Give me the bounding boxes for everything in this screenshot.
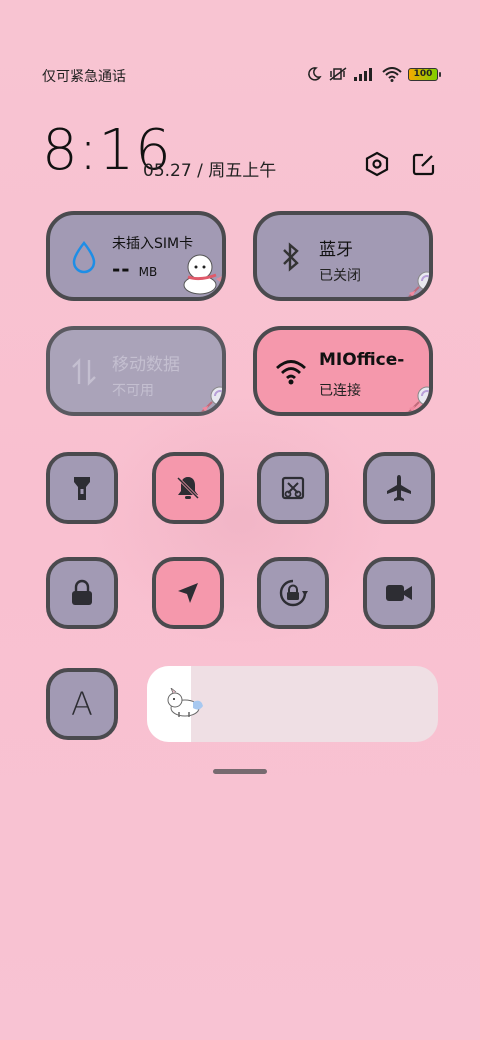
screenshot-icon <box>281 476 305 500</box>
data-usage-unit: MB <box>138 265 158 279</box>
tile-title: 蓝牙 <box>319 240 353 260</box>
tile-subtitle: 已连接 <box>319 383 361 399</box>
data-usage-value: -- <box>112 257 131 281</box>
mobile-data-tile[interactable]: 移动数据 不可用 <box>46 326 226 416</box>
location-toggle[interactable] <box>152 557 224 629</box>
candy-sticker-icon <box>408 386 429 412</box>
mute-vibrate-icon <box>329 67 347 81</box>
edit-icon[interactable] <box>409 149 439 179</box>
candy-sticker-icon <box>201 386 222 412</box>
home-indicator[interactable] <box>213 769 267 774</box>
candy-sticker-icon <box>408 271 429 297</box>
bluetooth-tile[interactable]: 蓝牙 已关闭 <box>253 211 433 301</box>
carrier-text: 仅可紧急通话 <box>42 69 126 85</box>
lock-icon <box>72 579 92 605</box>
mobile-data-icon <box>68 356 100 388</box>
font-toggle[interactable]: A <box>46 668 118 740</box>
bluetooth-icon <box>275 241 307 273</box>
lock-screen-toggle[interactable] <box>46 557 118 629</box>
screenshot-toggle[interactable] <box>257 452 329 524</box>
rotation-lock-icon <box>279 579 308 607</box>
date-text: 05.27 / 周五上午 <box>143 161 277 181</box>
data-usage-tile[interactable]: 未插入SIM卡 -- MB <box>46 211 226 301</box>
tile-subtitle: 已关闭 <box>319 268 361 284</box>
font-a-icon: A <box>71 685 93 723</box>
flashlight-toggle[interactable] <box>46 452 118 524</box>
tile-subtitle: 不可用 <box>112 383 154 399</box>
wifi-tile[interactable]: MIOffice- 已连接 <box>253 326 433 416</box>
signal-icon <box>354 68 372 81</box>
tile-title: 未插入SIM卡 <box>112 236 194 252</box>
screen-record-toggle[interactable] <box>363 557 435 629</box>
location-arrow-icon <box>178 583 198 603</box>
moon-icon <box>308 67 322 81</box>
video-camera-icon <box>386 585 412 601</box>
tile-title: MIOffice- <box>319 350 405 370</box>
status-icons: 100 <box>306 66 441 82</box>
brightness-slider[interactable] <box>147 666 438 742</box>
airplane-icon <box>387 475 411 501</box>
wifi-icon <box>275 356 307 388</box>
battery-icon: 100 <box>408 67 441 81</box>
flashlight-icon <box>74 477 90 500</box>
unicorn-sticker-icon <box>167 688 203 717</box>
background-sticker-art <box>90 395 390 645</box>
tile-title: 移动数据 <box>112 355 180 375</box>
airplane-toggle[interactable] <box>363 452 435 524</box>
rotation-lock-toggle[interactable] <box>257 557 329 629</box>
water-drop-icon <box>68 241 100 274</box>
settings-icon[interactable] <box>362 149 392 179</box>
mute-toggle[interactable] <box>152 452 224 524</box>
wifi-icon <box>382 66 402 82</box>
bell-off-icon <box>176 476 200 500</box>
dog-sticker-icon <box>183 254 222 295</box>
